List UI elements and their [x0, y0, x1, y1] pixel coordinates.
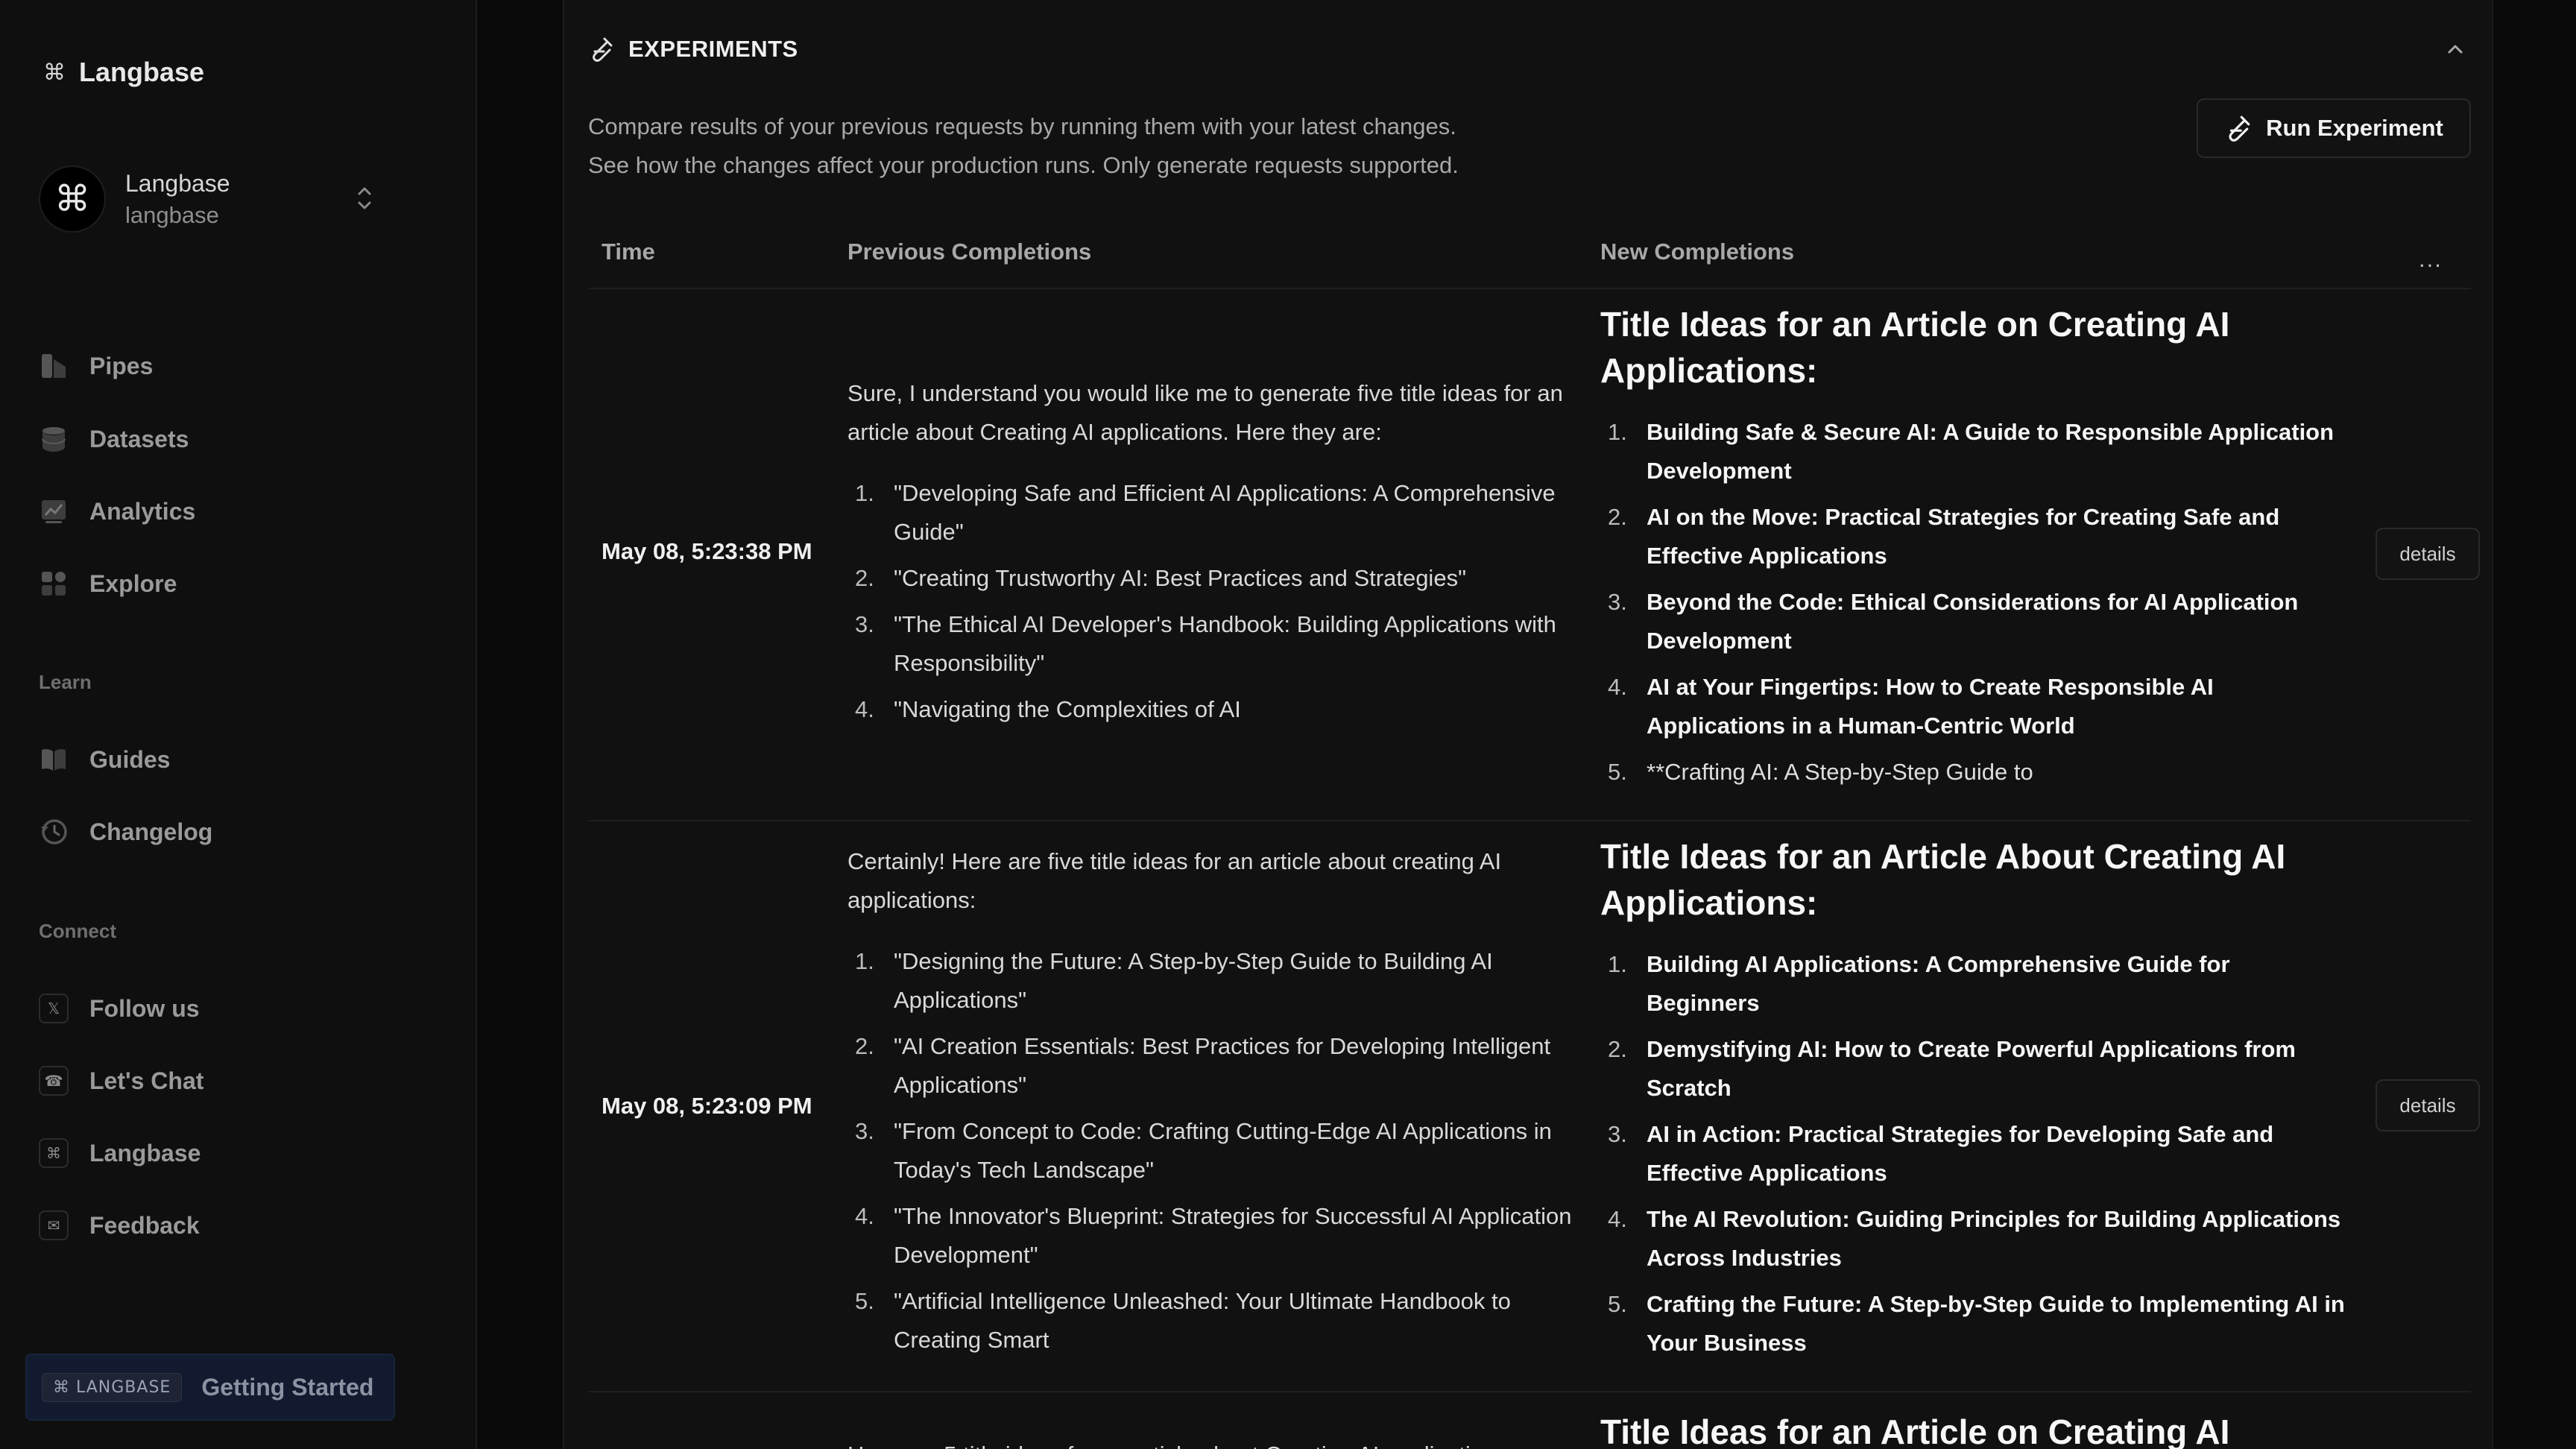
sidebar-item-follow-us[interactable]: 𝕏 Follow us — [39, 990, 200, 1027]
sidebar-item-lets-chat[interactable]: ☎ Let's Chat — [39, 1062, 203, 1099]
sidebar-item-label: Follow us — [89, 994, 200, 1022]
completion-heading: Title Ideas for an Article on Creating A… — [1600, 305, 2230, 390]
sidebar-item-explore[interactable]: Explore — [39, 565, 177, 602]
description-line: See how the changes affect your producti… — [588, 152, 1459, 178]
new-completion: Title Ideas for an Article About Creatin… — [1600, 833, 2346, 1370]
section-label-connect: Connect — [39, 920, 116, 942]
completion-heading: Title Ideas for an Article on Creating A… — [1600, 1412, 2230, 1449]
org-title: Langbase — [125, 169, 230, 197]
list-item: 1. Building AI Applications: A Comprehens… — [1608, 951, 2230, 1016]
sidebar-item-guides[interactable]: Guides — [39, 741, 170, 778]
book-icon — [39, 745, 69, 774]
column-header-previous: Previous Completions — [847, 239, 1092, 265]
experiments-title: EXPERIMENTS — [628, 36, 798, 62]
list-item: 3. AI in Action: Practical Strategies for… — [1608, 1121, 2274, 1186]
description-line: Compare results of your previous request… — [588, 113, 1456, 139]
table-header: Time Previous Completions New Completion… — [588, 224, 2471, 289]
column-header-new: New Completions — [1600, 239, 1795, 265]
sidebar-item-feedback[interactable]: ✉ Feedback — [39, 1207, 200, 1244]
sidebar: ⌘ Langbase ⌘ Langbase langbase Pipes Dat… — [0, 0, 477, 1449]
new-completion: Title Ideas for an Article on Creating A… — [1600, 301, 2346, 799]
pipes-icon — [39, 351, 69, 381]
list-item: 4. AI at Your Fingertips: How to Create R… — [1608, 674, 2214, 739]
sidebar-item-label: Guides — [89, 745, 171, 773]
run-experiment-label: Run Experiment — [2266, 115, 2443, 141]
command-icon: ⌘ — [39, 1138, 69, 1168]
sidebar-item-label: Analytics — [89, 497, 196, 525]
list-item: 4. The AI Revolution: Guiding Principles … — [1608, 1206, 2341, 1271]
sidebar-item-pipes[interactable]: Pipes — [39, 347, 153, 385]
completion-intro: Certainly! Here are five title ideas for… — [847, 848, 1502, 913]
completion-intro: Sure, I understand you would like me to … — [847, 380, 1563, 445]
chevron-up-icon[interactable] — [2444, 40, 2466, 58]
completion-intro: Here are 5 title ideas for an article ab… — [847, 1436, 1585, 1449]
run-experiment-button[interactable]: Run Experiment — [2197, 98, 2471, 158]
sidebar-item-label: Pipes — [89, 352, 154, 379]
sidebar-item-datasets[interactable]: Datasets — [39, 420, 189, 458]
chevron-up-down-icon — [358, 187, 371, 209]
table-row: Here are 5 title ideas for an article ab… — [588, 1392, 2471, 1449]
previous-completion: Here are 5 title ideas for an article ab… — [847, 1436, 1585, 1449]
list-item: 5. "Artificial Intelligence Unleashed: Yo… — [855, 1288, 1511, 1353]
org-subtitle: langbase — [125, 201, 219, 228]
org-switcher[interactable]: ⌘ Langbase langbase — [39, 165, 382, 233]
list-item: 3. Beyond the Code: Ethical Consideration… — [1608, 589, 2299, 654]
list-item: 2. Demystifying AI: How to Create Powerfu… — [1608, 1036, 2296, 1101]
row-time: May 08, 5:23:38 PM — [602, 538, 812, 564]
list-item: 1. Building Safe & Secure AI: A Guide to … — [1608, 419, 2334, 484]
list-item: 4. "Navigating the Complexities of AI — [855, 696, 1241, 722]
more-options-button[interactable]: ... — [2419, 246, 2443, 273]
column-header-time: Time — [602, 239, 655, 265]
experiments-panel: EXPERIMENTS Compare results of your prev… — [563, 0, 2493, 1449]
sidebar-item-label: Changelog — [89, 818, 213, 845]
grid-icon — [39, 569, 69, 599]
flask-icon — [2229, 116, 2250, 142]
feedback-icon: ✉ — [39, 1210, 69, 1240]
sidebar-item-label: Datasets — [89, 425, 189, 452]
section-label-learn: Learn — [39, 671, 92, 693]
brand-logo[interactable]: ⌘ Langbase — [43, 57, 204, 88]
details-button[interactable]: details — [2375, 1079, 2480, 1131]
history-icon — [39, 817, 69, 847]
list-item: 5. **Crafting AI: A Step-by-Step Guide to — [1608, 759, 2033, 785]
list-item: 2. AI on the Move: Practical Strategies f… — [1608, 504, 2280, 569]
sidebar-item-langbase[interactable]: ⌘ Langbase — [39, 1134, 201, 1172]
brand-name: Langbase — [79, 57, 205, 87]
table-row: May 08, 5:23:38 PM Sure, I understand yo… — [588, 289, 2480, 821]
row-time: May 08, 5:23:09 PM — [602, 1093, 812, 1119]
getting-started-button[interactable]: ⌘ LANGBASE Getting Started — [25, 1354, 395, 1421]
avatar: ⌘ — [39, 165, 106, 233]
previous-completion: Certainly! Here are five title ideas for… — [847, 842, 1585, 1367]
list-item: 2. "AI Creation Essentials: Best Practice… — [855, 1033, 1551, 1098]
chart-icon — [39, 496, 69, 526]
sidebar-item-label: Feedback — [89, 1211, 200, 1239]
experiments-header[interactable]: EXPERIMENTS — [588, 36, 798, 63]
sidebar-item-label: Langbase — [89, 1139, 201, 1167]
database-icon — [39, 424, 69, 454]
command-icon: ⌘ — [43, 59, 66, 86]
list-item: 3. "The Ethical AI Developer's Handbook: … — [855, 611, 1556, 676]
sidebar-item-analytics[interactable]: Analytics — [39, 493, 195, 530]
completion-heading: Title Ideas for an Article About Creatin… — [1600, 837, 2286, 922]
sidebar-item-label: Explore — [89, 569, 177, 597]
x-logo-icon: 𝕏 — [39, 994, 69, 1023]
list-item: 1. "Developing Safe and Efficient AI Appl… — [855, 480, 1556, 545]
getting-started-label: Getting Started — [201, 1373, 374, 1401]
experiments-description: Compare results of your previous request… — [588, 107, 1459, 185]
flask-icon — [593, 37, 613, 62]
list-item: 2. "Creating Trustworthy AI: Best Practic… — [855, 565, 1467, 591]
table-row: May 08, 5:23:09 PM Certainly! Here are f… — [588, 821, 2480, 1392]
previous-completion: Sure, I understand you would like me to … — [847, 374, 1585, 736]
chat-icon: ☎ — [39, 1066, 69, 1096]
sidebar-item-label: Let's Chat — [89, 1067, 204, 1094]
langbase-tag: ⌘ LANGBASE — [42, 1372, 183, 1402]
list-item: 4. "The Innovator's Blueprint: Strategies… — [855, 1203, 1572, 1268]
list-item: 1. "Designing the Future: A Step-by-Step … — [855, 948, 1493, 1013]
list-item: 5. Crafting the Future: A Step-by-Step Gu… — [1608, 1291, 2345, 1356]
details-button[interactable]: details — [2375, 528, 2480, 580]
sidebar-item-changelog[interactable]: Changelog — [39, 813, 212, 850]
new-completion: Title Ideas for an Article on Creating A… — [1600, 1409, 2346, 1449]
list-item: 3. "From Concept to Code: Crafting Cuttin… — [855, 1118, 1552, 1183]
